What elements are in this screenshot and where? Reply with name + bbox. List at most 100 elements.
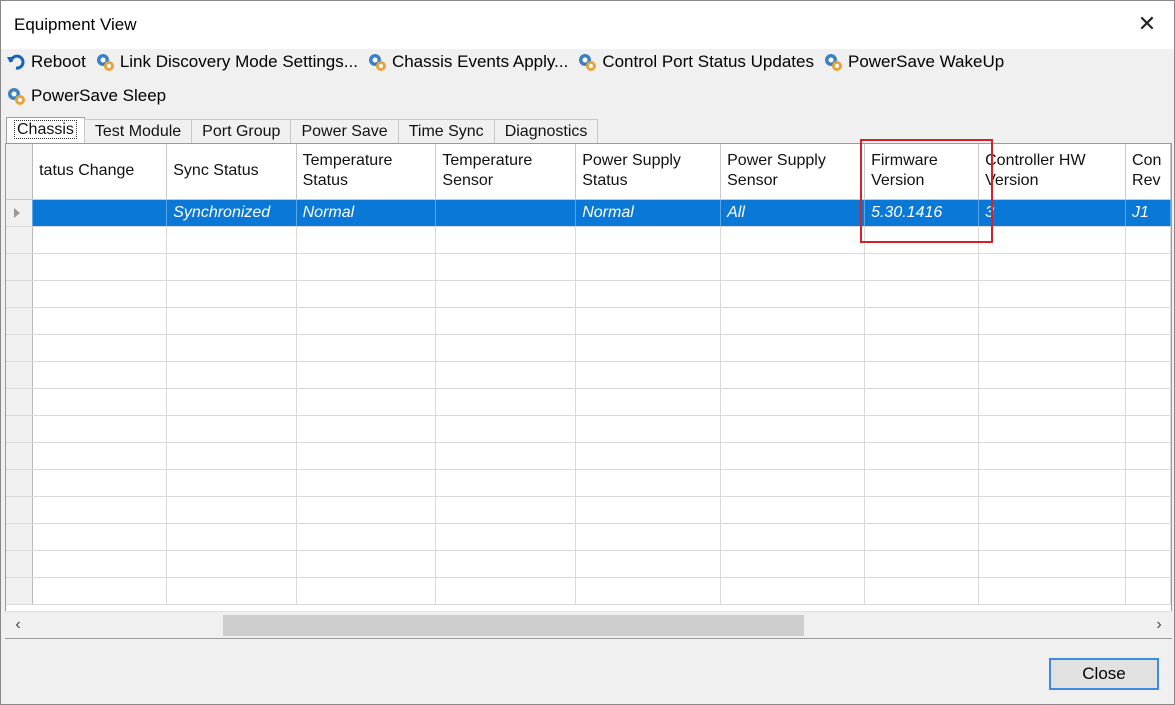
table-cell[interactable]: [720, 469, 866, 497]
table-cell[interactable]: [978, 280, 1127, 308]
row-header[interactable]: [6, 361, 34, 389]
table-cell[interactable]: [864, 550, 980, 578]
table-cell[interactable]: [864, 280, 980, 308]
table-cell[interactable]: [166, 280, 297, 308]
table-cell[interactable]: [166, 496, 297, 524]
table-cell[interactable]: [435, 361, 577, 389]
tab-time-sync[interactable]: Time Sync: [397, 119, 495, 144]
table-cell[interactable]: [978, 442, 1127, 470]
table-cell[interactable]: [1125, 388, 1171, 416]
table-cell[interactable]: [864, 442, 980, 470]
column-header[interactable]: tatus Change: [32, 144, 168, 200]
horizontal-scrollbar[interactable]: ‹ ›: [5, 611, 1172, 638]
table-cell[interactable]: [575, 550, 722, 578]
table-cell[interactable]: [166, 415, 297, 443]
table-row[interactable]: [6, 469, 1171, 497]
table-cell[interactable]: [166, 550, 297, 578]
tab-chassis[interactable]: Chassis: [6, 117, 85, 144]
column-header[interactable]: Firmware Version: [864, 144, 980, 200]
table-cell[interactable]: [575, 253, 722, 281]
table-cell[interactable]: [864, 226, 980, 254]
column-header[interactable]: Controller HW Version: [978, 144, 1127, 200]
table-cell[interactable]: [864, 415, 980, 443]
table-cell[interactable]: [720, 523, 866, 551]
table-cell[interactable]: [1125, 496, 1171, 524]
table-cell[interactable]: [864, 253, 980, 281]
table-cell[interactable]: [575, 442, 722, 470]
table-cell[interactable]: [435, 469, 577, 497]
table-cell[interactable]: [32, 577, 168, 605]
table-cell[interactable]: [1125, 307, 1171, 335]
table-cell[interactable]: [720, 253, 866, 281]
table-cell[interactable]: [978, 577, 1127, 605]
table-cell[interactable]: Synchronized: [166, 199, 297, 227]
row-header[interactable]: [6, 280, 34, 308]
row-header[interactable]: [6, 550, 34, 578]
powersave-sleep-button[interactable]: PowerSave Sleep: [5, 82, 174, 110]
table-cell[interactable]: [32, 253, 168, 281]
table-row[interactable]: [6, 280, 1171, 308]
row-header[interactable]: [6, 388, 34, 416]
table-row[interactable]: [6, 496, 1171, 524]
column-header[interactable]: Power Supply Sensor: [720, 144, 866, 200]
table-cell[interactable]: [435, 415, 577, 443]
table-cell[interactable]: [978, 469, 1127, 497]
table-row[interactable]: [6, 226, 1171, 254]
powersave-wakeup-button[interactable]: PowerSave WakeUp: [822, 48, 1012, 76]
table-cell[interactable]: [575, 280, 722, 308]
table-cell[interactable]: [296, 523, 437, 551]
column-header[interactable]: Sync Status: [166, 144, 297, 200]
tab-diagnostics[interactable]: Diagnostics: [493, 119, 599, 144]
table-cell[interactable]: [575, 307, 722, 335]
table-cell[interactable]: [166, 307, 297, 335]
table-cell[interactable]: [978, 334, 1127, 362]
table-cell[interactable]: [864, 361, 980, 389]
table-cell[interactable]: [864, 388, 980, 416]
close-button[interactable]: Close: [1049, 658, 1159, 690]
table-cell[interactable]: [864, 469, 980, 497]
table-row[interactable]: [6, 550, 1171, 578]
table-cell[interactable]: [32, 361, 168, 389]
table-cell[interactable]: [435, 280, 577, 308]
table-cell[interactable]: [720, 550, 866, 578]
table-cell[interactable]: [296, 496, 437, 524]
table-cell[interactable]: [32, 442, 168, 470]
table-row[interactable]: [6, 442, 1171, 470]
table-cell[interactable]: [166, 361, 297, 389]
table-cell[interactable]: [1125, 442, 1171, 470]
table-row[interactable]: [6, 388, 1171, 416]
table-cell[interactable]: [296, 442, 437, 470]
table-cell[interactable]: [435, 199, 577, 227]
row-header[interactable]: [6, 253, 34, 281]
reboot-button[interactable]: Reboot: [5, 48, 94, 76]
table-cell[interactable]: [435, 334, 577, 362]
table-cell[interactable]: [435, 307, 577, 335]
tab-port-group[interactable]: Port Group: [191, 119, 292, 144]
table-cell[interactable]: [1125, 253, 1171, 281]
table-cell[interactable]: [720, 334, 866, 362]
table-cell[interactable]: [720, 388, 866, 416]
table-cell[interactable]: All: [720, 199, 866, 227]
table-cell[interactable]: Normal: [575, 199, 722, 227]
table-cell[interactable]: [978, 550, 1127, 578]
table-cell[interactable]: [435, 496, 577, 524]
row-header[interactable]: [6, 469, 34, 497]
row-header[interactable]: [6, 334, 34, 362]
table-cell[interactable]: [1125, 550, 1171, 578]
table-cell[interactable]: [720, 226, 866, 254]
table-cell[interactable]: Normal: [296, 199, 437, 227]
table-cell[interactable]: [1125, 226, 1171, 254]
table-row[interactable]: [6, 523, 1171, 551]
table-cell[interactable]: [575, 496, 722, 524]
table-cell[interactable]: [435, 577, 577, 605]
table-cell[interactable]: [864, 334, 980, 362]
table-row-selected[interactable]: Synchronized Normal Normal All 5.30.1416…: [6, 199, 1171, 227]
table-cell[interactable]: [166, 226, 297, 254]
table-cell[interactable]: [32, 496, 168, 524]
table-cell[interactable]: J1: [1125, 199, 1171, 227]
table-cell[interactable]: [296, 226, 437, 254]
table-cell[interactable]: 5.30.1416: [864, 199, 980, 227]
table-cell[interactable]: [1125, 361, 1171, 389]
table-cell[interactable]: [32, 199, 168, 227]
table-cell[interactable]: 3: [978, 199, 1127, 227]
